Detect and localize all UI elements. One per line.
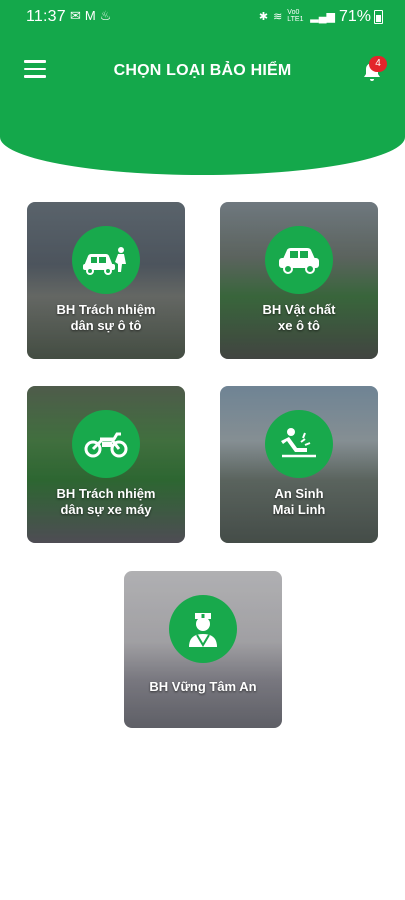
nurse-icon [169, 595, 237, 663]
wifi-icon: ≋ [273, 10, 283, 23]
notification-icons: ✉ M ♨ [70, 8, 111, 24]
card-label: BH Vật chất xe ô tô [262, 302, 336, 333]
car-icon [265, 226, 333, 294]
status-time: 11:37 [26, 8, 66, 25]
card-label: BH Vững Tâm An [149, 679, 257, 694]
messenger-icon: ✉ [70, 8, 81, 23]
person-falling-icon [265, 410, 333, 478]
battery-percent: 71% [338, 8, 371, 25]
bluetooth-icon: ✱ [258, 10, 269, 23]
gmail-icon: M [84, 8, 96, 23]
connectivity-icons: ✱ ≋ Vo0 LTE1 ▂▄▆ [259, 9, 335, 23]
card-car-physical-damage[interactable]: BH Vật chất xe ô tô [220, 202, 378, 359]
app-header: 11:37 ✉ M ♨ ✱ ≋ Vo0 LTE1 ▂▄▆ 71% CHỌN LO… [0, 0, 405, 175]
card-label: An Sinh Mai Linh [272, 486, 326, 517]
signal-icon: ▂▄▆ [310, 10, 335, 23]
card-an-sinh-mai-linh[interactable]: An Sinh Mai Linh [220, 386, 378, 543]
motorbike-icon [72, 410, 140, 478]
car-crash-icon [72, 226, 140, 294]
card-label: BH Trách nhiệm dân sự ô tô [56, 302, 156, 333]
card-label: BH Trách nhiệm dân sự xe máy [56, 486, 156, 517]
network-label: Vo0 LTE1 [287, 9, 304, 23]
card-car-civil-liability[interactable]: BH Trách nhiệm dân sự ô tô [27, 202, 185, 359]
page-title: CHỌN LOẠI BẢO HIỂM [113, 62, 292, 79]
card-vung-tam-an[interactable]: BH Vững Tâm An [124, 571, 282, 728]
app-icon: ♨ [99, 8, 112, 23]
battery-icon [374, 10, 383, 24]
battery-indicator: 71% [339, 8, 383, 26]
notification-badge: 4 [369, 56, 387, 72]
card-motorbike-civil-liability[interactable]: BH Trách nhiệm dân sự xe máy [27, 386, 185, 543]
status-bar: 11:37 ✉ M ♨ ✱ ≋ Vo0 LTE1 ▂▄▆ 71% [0, 0, 405, 34]
